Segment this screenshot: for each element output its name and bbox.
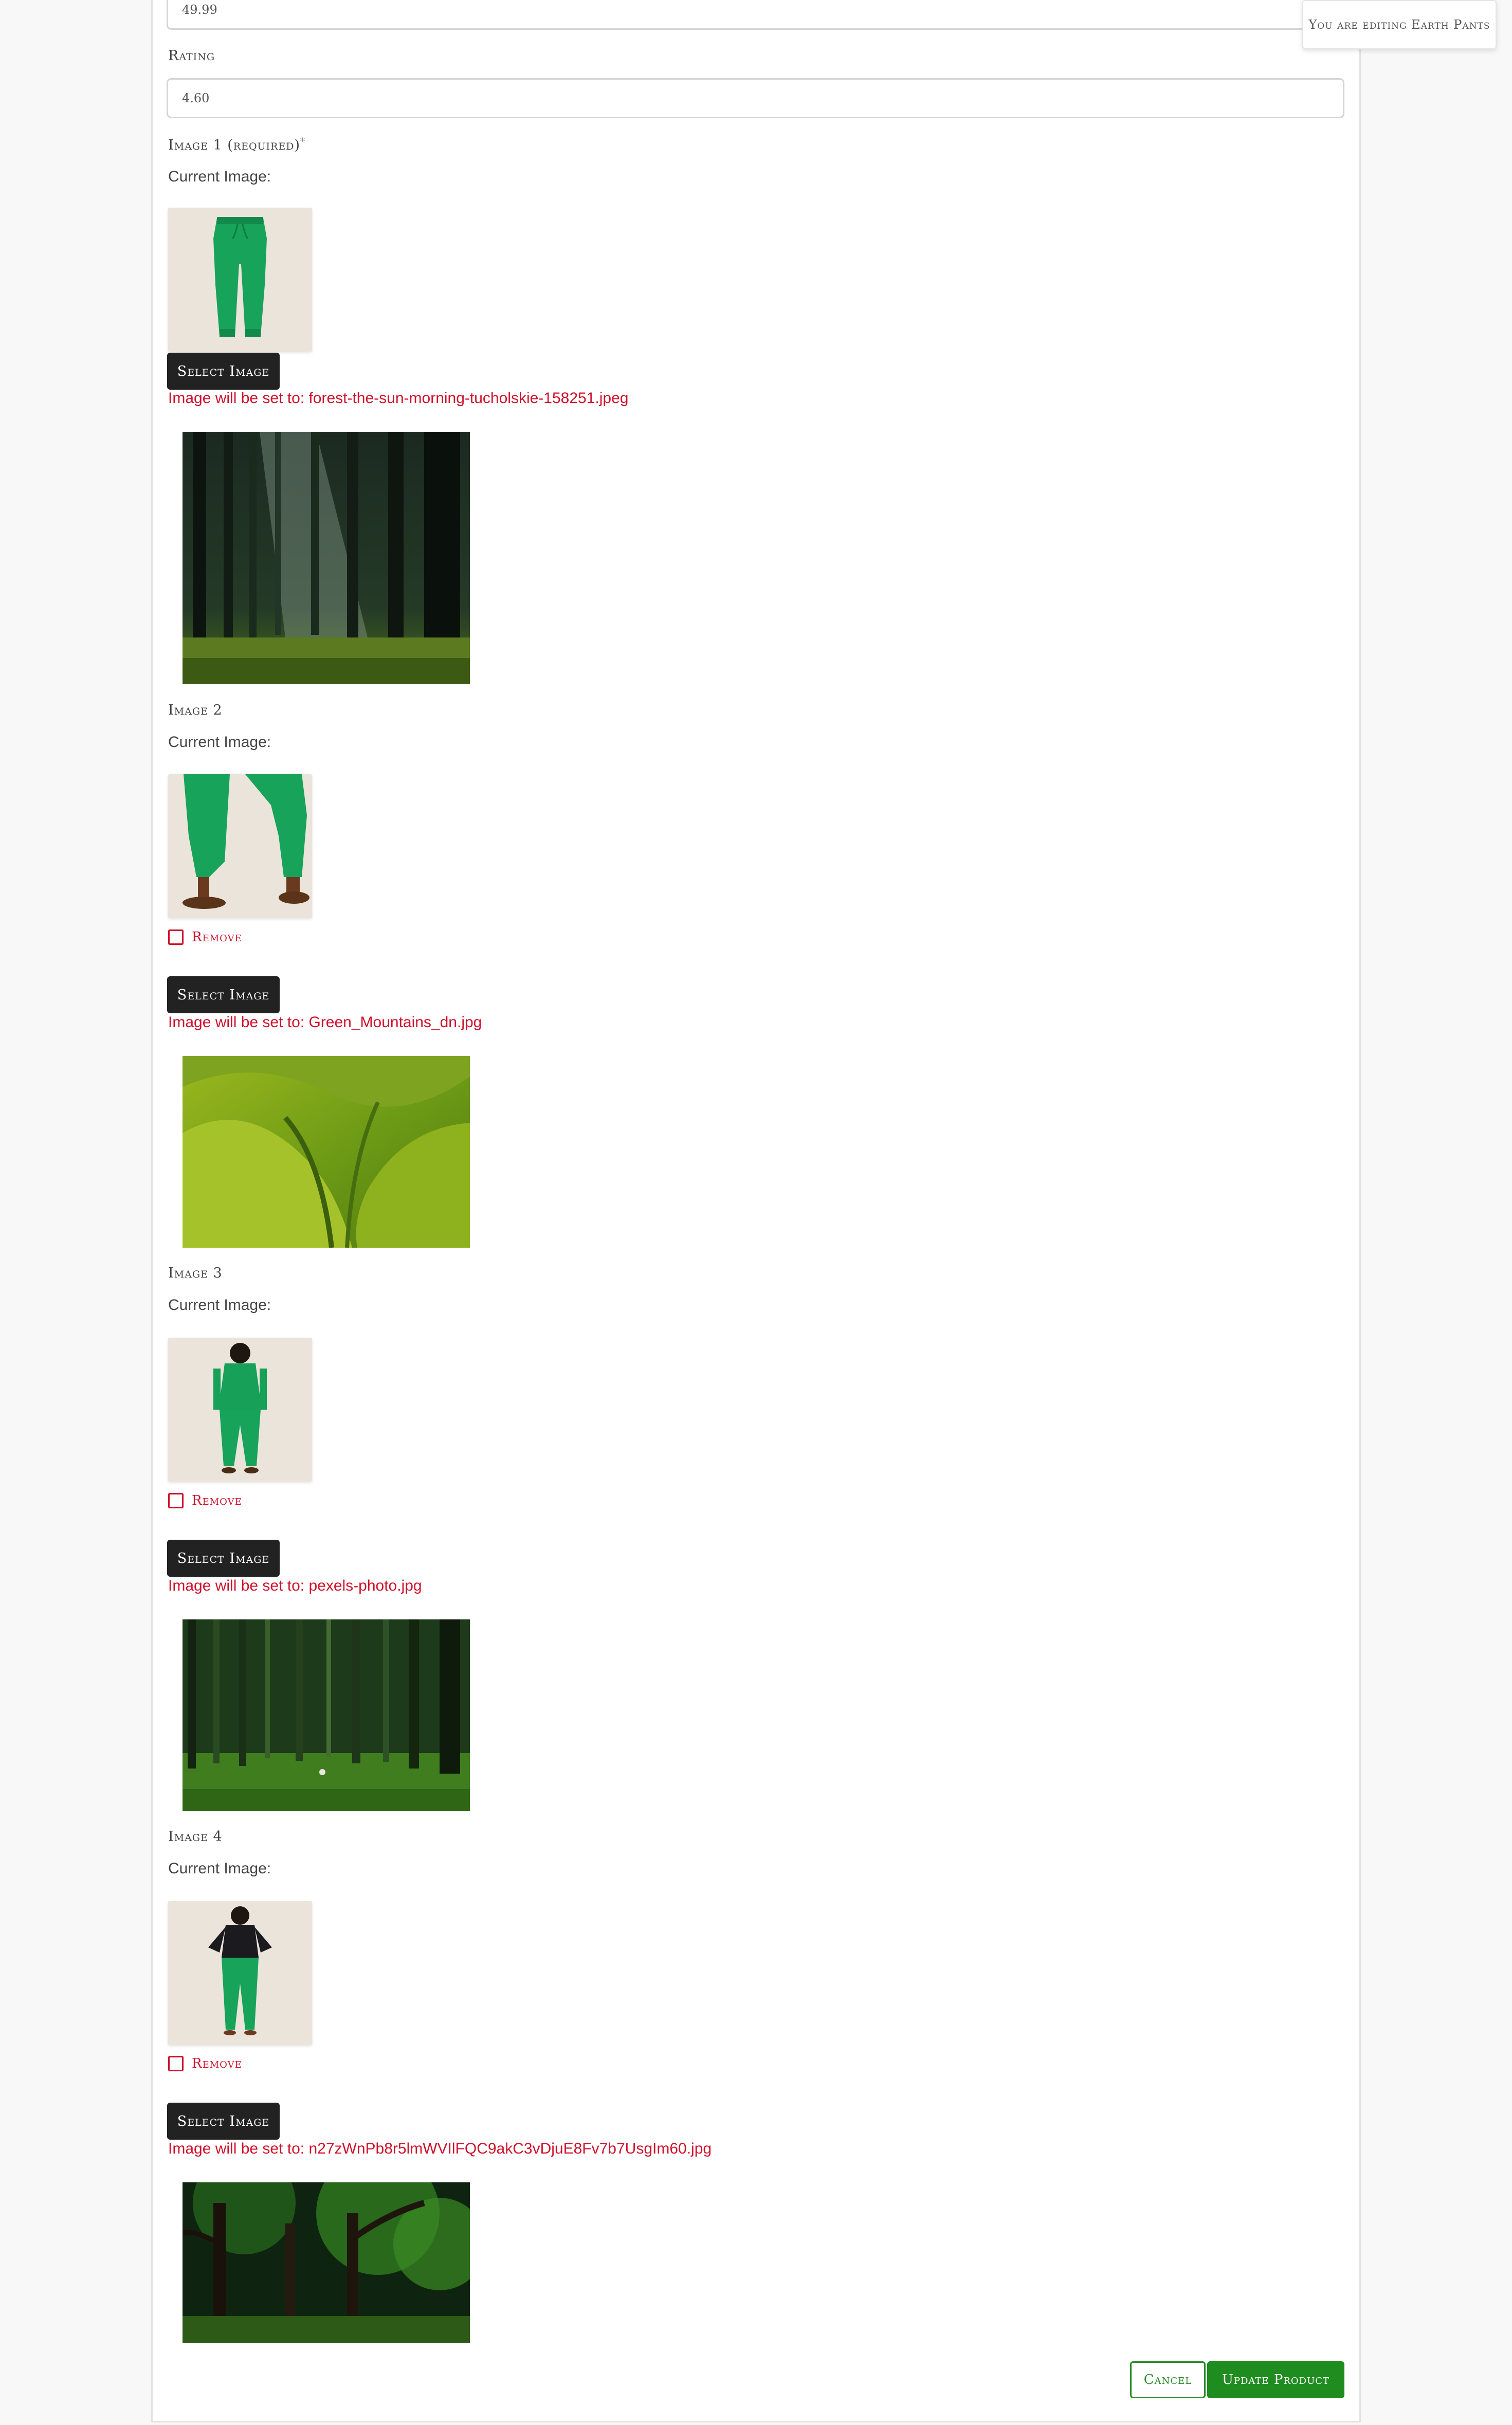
image-3-label: Image 3 (168, 1265, 223, 1281)
image-3-current-label: Current Image: (168, 1297, 271, 1314)
image-1-current-thumb (168, 208, 312, 352)
image-4-remove-checkbox[interactable] (168, 2056, 184, 2071)
image-4-select-button[interactable]: Select Image (167, 2103, 280, 2140)
green-mountains-image (183, 1056, 470, 1248)
image-3-select-button[interactable]: Select Image (167, 1540, 280, 1577)
image-1-preview (183, 432, 470, 684)
green-pants-flat-image (168, 208, 312, 352)
image-3-remove-label: Remove (192, 1493, 242, 1508)
jungle-forest-image (183, 2182, 470, 2343)
rating-input[interactable]: 4.60 (167, 78, 1344, 118)
rating-label: Rating (168, 48, 215, 64)
image-2-preview (183, 1056, 470, 1248)
image-4-label: Image 4 (168, 1829, 223, 1845)
image-1-current-label: Current Image: (168, 168, 271, 185)
image-3-remove[interactable]: Remove (168, 1493, 242, 1508)
editing-toast: You are editing Earth Pants (1302, 0, 1497, 49)
image-3-preview (183, 1619, 470, 1811)
image-3-notice: Image will be set to: pexels-photo.jpg (168, 1577, 422, 1594)
required-mark: * (300, 136, 305, 147)
image-3-remove-checkbox[interactable] (168, 1493, 184, 1508)
image-1-select-button[interactable]: Select Image (167, 353, 280, 390)
image-3-current-thumb (168, 1338, 312, 1482)
image-4-notice: Image will be set to: n27zWnPb8r5lmWVIlF… (168, 2140, 712, 2157)
rating-value: 4.60 (182, 91, 210, 105)
image-2-remove[interactable]: Remove (168, 929, 242, 945)
image-2-label: Image 2 (168, 702, 223, 718)
model-green-pants-front-image (168, 1901, 312, 2045)
image-4-remove-label: Remove (192, 2056, 242, 2071)
image-4-current-label: Current Image: (168, 1860, 271, 1877)
editing-toast-text: You are editing Earth Pants (1308, 17, 1490, 32)
image-1-label-text: Image 1 (required) (168, 137, 300, 153)
image-2-remove-label: Remove (192, 929, 242, 945)
pine-forest-image (183, 1619, 470, 1811)
price-input[interactable]: 49.99 (167, 0, 1344, 30)
image-2-notice: Image will be set to: Green_Mountains_dn… (168, 1014, 482, 1031)
cancel-button[interactable]: Cancel (1130, 2361, 1206, 2398)
image-4-preview (183, 2182, 470, 2343)
image-4-remove[interactable]: Remove (168, 2056, 242, 2071)
image-1-notice: Image will be set to: forest-the-sun-mor… (168, 390, 629, 407)
price-value: 49.99 (182, 3, 217, 17)
sunlit-forest-image (183, 432, 470, 684)
model-green-tracksuit-back-image (168, 1338, 312, 1482)
update-product-button[interactable]: Update Product (1207, 2361, 1344, 2398)
image-2-current-thumb (168, 774, 312, 918)
image-1-label: Image 1 (required)* (168, 136, 305, 153)
image-2-current-label: Current Image: (168, 734, 271, 751)
image-2-remove-checkbox[interactable] (168, 929, 184, 945)
image-2-select-button[interactable]: Select Image (167, 976, 280, 1013)
green-pants-legs-image (168, 774, 312, 918)
image-4-current-thumb (168, 1901, 312, 2045)
